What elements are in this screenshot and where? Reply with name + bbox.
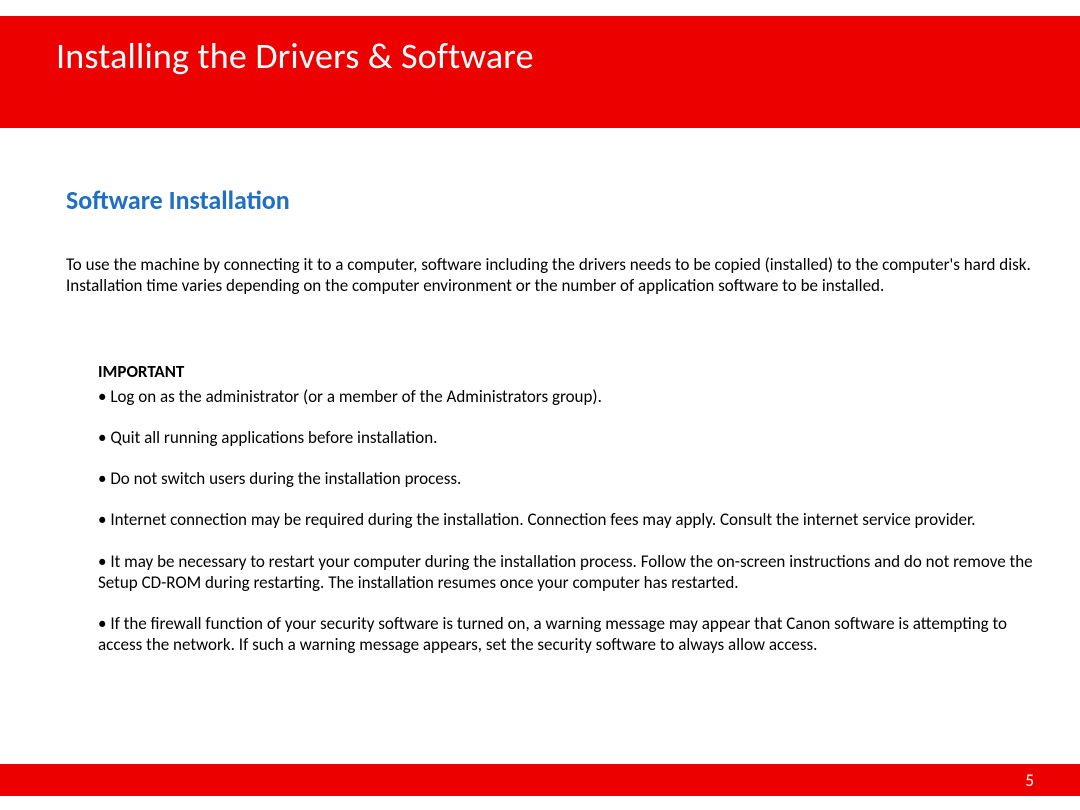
content-area: Software Installation To use the machine…: [66, 184, 1040, 676]
list-item: Log on as the administrator (or a member…: [98, 386, 1040, 407]
list-item: Quit all running applications before ins…: [98, 427, 1040, 448]
document-page: Installing the Drivers & Software Softwa…: [0, 0, 1080, 810]
section-title: Software Installation: [66, 184, 1040, 216]
intro-paragraph: To use the machine by connecting it to a…: [66, 254, 1040, 297]
bullet-list: Log on as the administrator (or a member…: [98, 386, 1040, 656]
footer-band: 5: [0, 764, 1080, 796]
list-item: Do not switch users during the installat…: [98, 468, 1040, 489]
list-item: It may be necessary to restart your comp…: [98, 551, 1040, 594]
important-label: IMPORTANT: [98, 361, 1040, 382]
important-block: IMPORTANT Log on as the administrator (o…: [66, 361, 1040, 656]
list-item: Internet connection may be required duri…: [98, 509, 1040, 530]
header-band: Installing the Drivers & Software: [0, 16, 1080, 128]
list-item: If the firewall function of your securit…: [98, 613, 1040, 656]
page-number: 5: [1025, 770, 1080, 791]
page-title: Installing the Drivers & Software: [0, 16, 534, 78]
